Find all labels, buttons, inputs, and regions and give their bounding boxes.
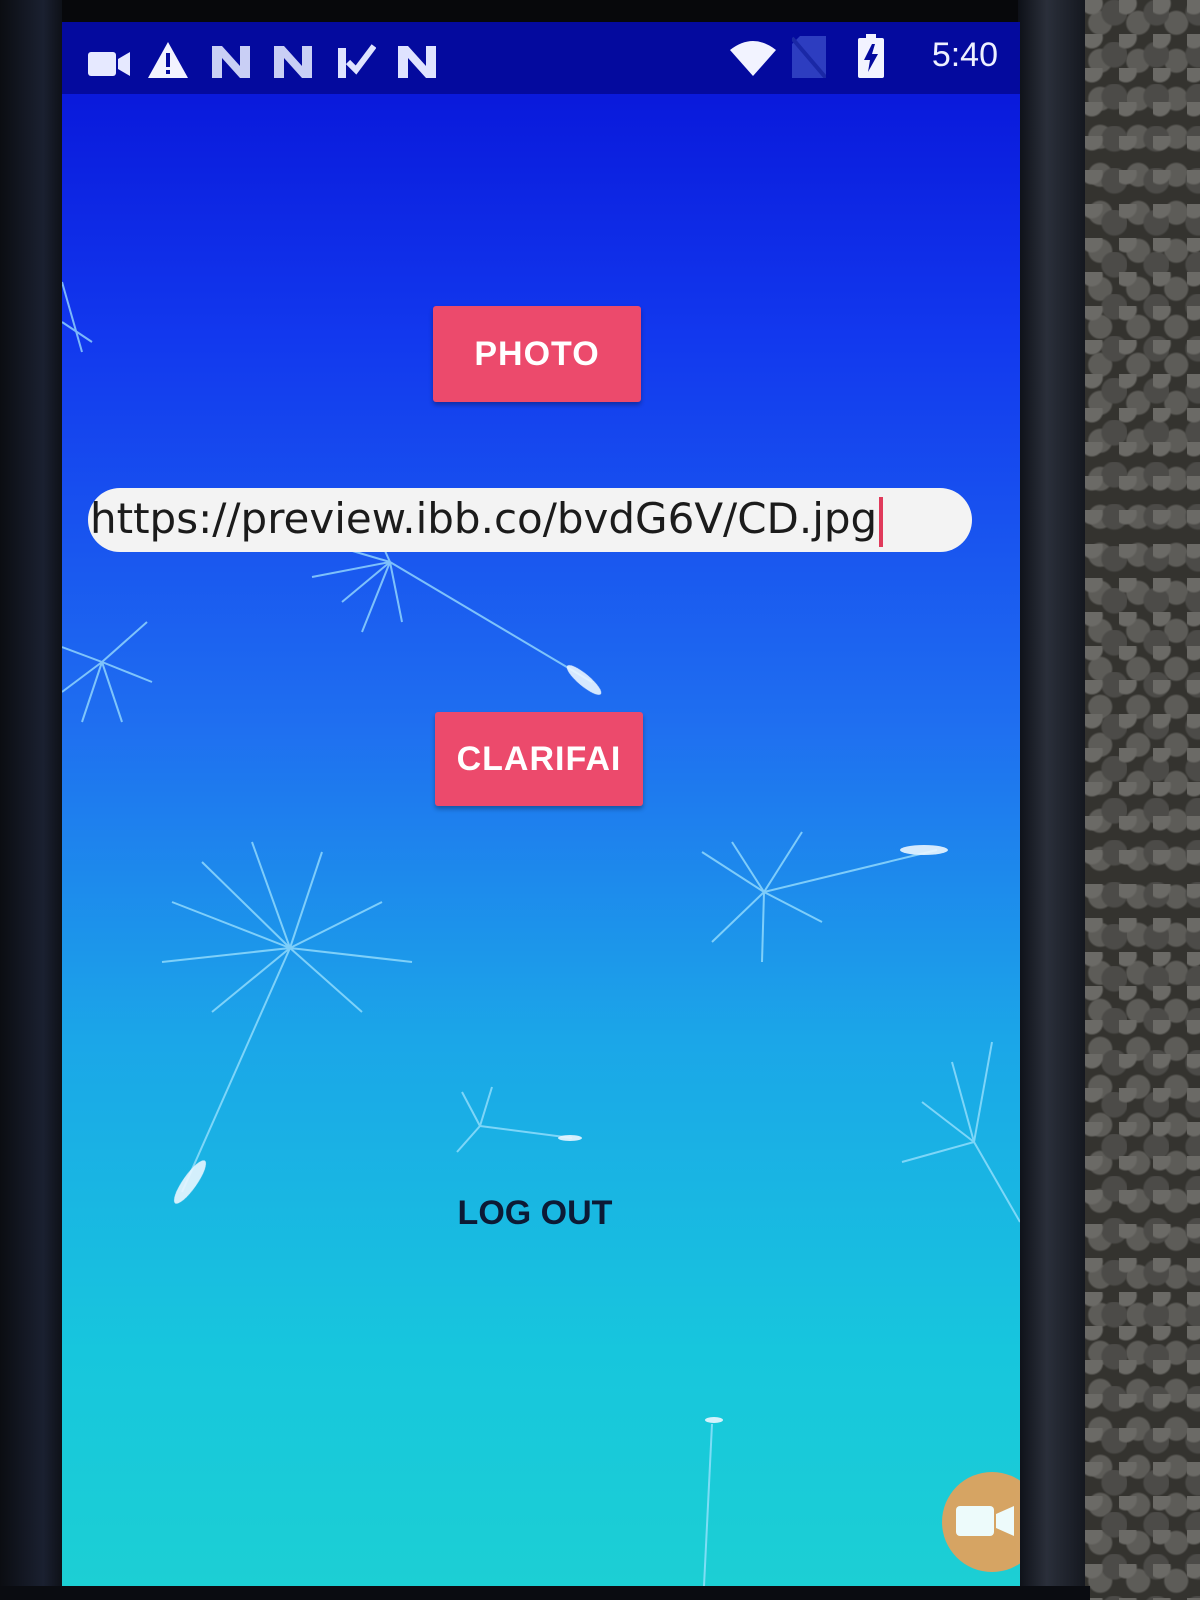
seed-2 <box>62 621 153 723</box>
url-input-text: https://preview.ibb.co/bvdG6V/CD.jpg <box>90 494 884 547</box>
url-input[interactable]: https://preview.ibb.co/bvdG6V/CD.jpg <box>88 488 972 552</box>
phone-bezel-right <box>1018 0 1090 1600</box>
photo-button[interactable]: PHOTO <box>433 306 641 402</box>
carpet-background <box>1085 0 1200 1600</box>
clarifai-button[interactable]: CLARIFAI <box>435 712 643 806</box>
floating-record-button[interactable] <box>942 1472 1020 1572</box>
phone-screen: 5:40 PHOTO https://preview.ibb.co/bvdG6V… <box>62 22 1020 1586</box>
notification-n-icon <box>274 46 312 78</box>
warning-icon <box>148 42 188 78</box>
video-camera-icon <box>88 52 130 76</box>
logout-button[interactable]: LOG OUT <box>450 1188 620 1238</box>
seed-8 <box>62 281 93 353</box>
seed-5 <box>901 1041 1020 1223</box>
phone-bezel-left <box>0 0 62 1600</box>
url-value: https://preview.ibb.co/bvdG6V/CD.jpg <box>90 494 878 543</box>
checkmark-n-icon <box>338 44 376 78</box>
seed-4 <box>701 831 938 963</box>
status-bar: 5:40 <box>62 22 1020 94</box>
video-camera-icon <box>956 1506 1014 1536</box>
wifi-icon <box>730 41 776 76</box>
notification-n-icon <box>398 46 436 78</box>
status-time: 5:40 <box>931 36 998 74</box>
seed-7 <box>703 1423 713 1586</box>
battery-charging-icon <box>858 34 884 78</box>
text-cursor <box>879 496 884 547</box>
no-sim-icon <box>792 36 826 78</box>
phone-bezel-bottom <box>0 1586 1090 1600</box>
phone-bezel-top <box>0 0 1090 22</box>
notification-n-icon <box>212 46 250 78</box>
seed-6 <box>456 1086 573 1153</box>
seed-3 <box>161 841 413 1193</box>
